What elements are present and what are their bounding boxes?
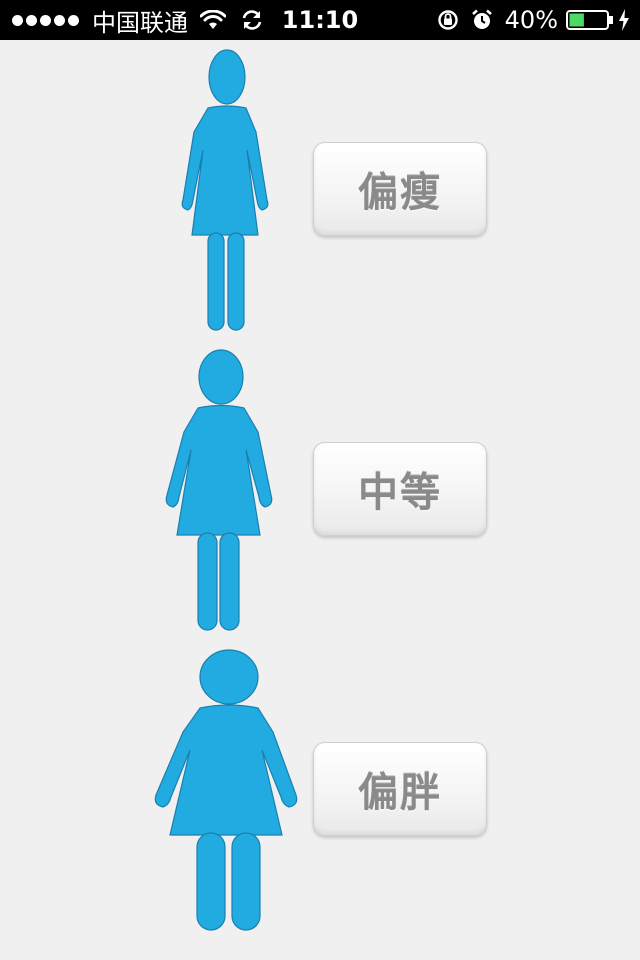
status-right: 40%	[437, 0, 630, 40]
status-left: 中国联通	[12, 0, 264, 40]
rotation-lock-icon	[437, 10, 458, 30]
battery-fill	[569, 13, 584, 27]
heavy-option-label: 偏胖	[358, 770, 442, 816]
signal-strength-icon	[12, 14, 82, 26]
status-bar: 中国联通 11:10 40%	[0, 0, 640, 40]
heavy-option-button[interactable]: 偏胖	[313, 742, 487, 836]
sync-icon	[242, 10, 262, 30]
alarm-icon	[471, 9, 492, 29]
woman-medium-icon	[165, 349, 273, 631]
thin-option-label: 偏瘦	[358, 170, 442, 216]
wifi-icon	[200, 10, 226, 29]
woman-thin-icon	[181, 49, 269, 331]
battery-icon	[566, 10, 613, 30]
thin-option-button[interactable]: 偏瘦	[313, 142, 487, 236]
charging-bolt-icon	[619, 9, 629, 31]
medium-option-label: 中等	[358, 470, 442, 516]
battery-percentage: 40%	[504, 6, 558, 34]
woman-heavy-icon	[154, 649, 298, 931]
medium-option-button[interactable]: 中等	[313, 442, 487, 536]
carrier-name: 中国联通	[92, 8, 188, 37]
